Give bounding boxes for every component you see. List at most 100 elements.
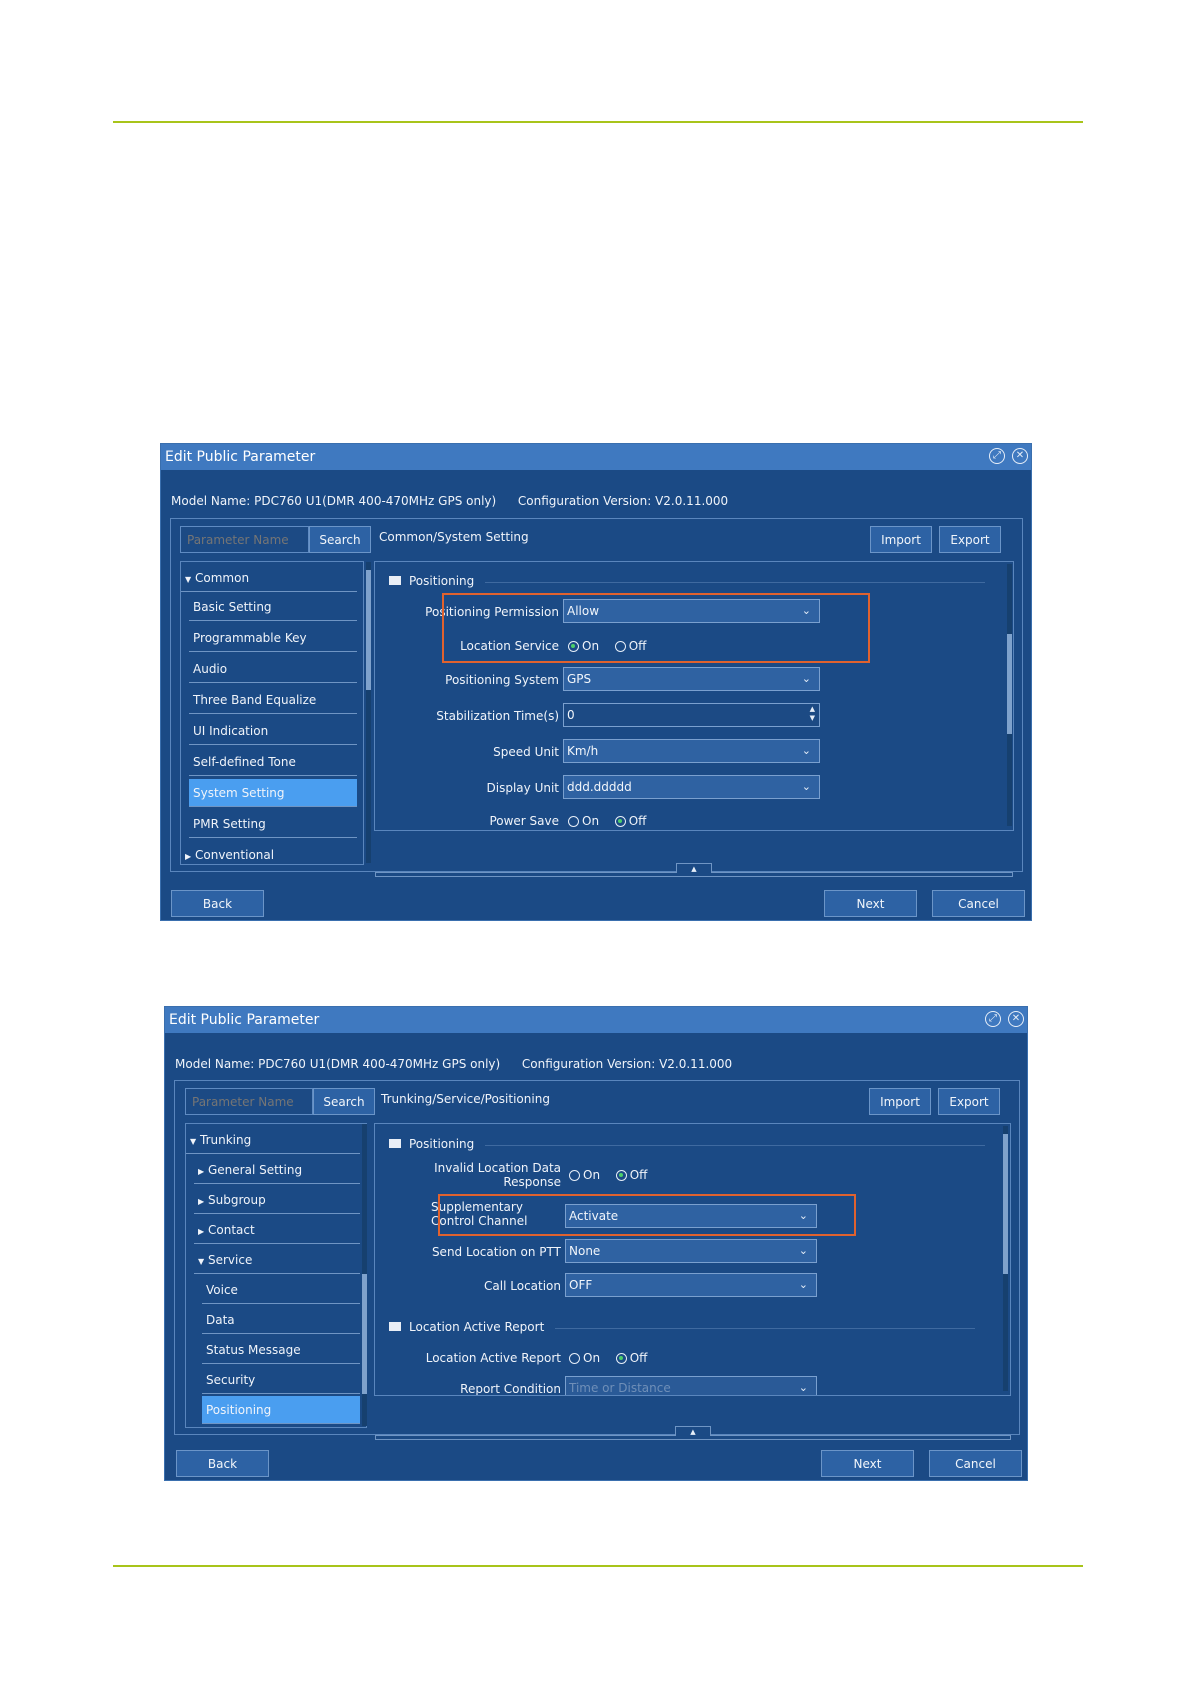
display-unit-select[interactable]: ddd.ddddd ⌄ <box>563 775 820 799</box>
nav-item-basic-setting[interactable]: Basic Setting <box>189 593 357 621</box>
label-display-unit: Display Unit <box>486 781 559 795</box>
nav-item-security[interactable]: Security <box>202 1366 360 1394</box>
highlight-box <box>442 593 870 663</box>
folder-icon <box>389 576 401 585</box>
cancel-button[interactable]: Cancel <box>929 1450 1022 1477</box>
nav-item-pmr-setting[interactable]: PMR Setting <box>189 810 357 838</box>
nav-item-three-band-equalize[interactable]: Three Band Equalize <box>189 686 357 714</box>
config-version-label: Configuration Version: <box>517 494 652 508</box>
positioning-system-select[interactable]: GPS ⌄ <box>563 667 820 691</box>
invalid-location-on-radio[interactable] <box>569 1170 580 1181</box>
section-divider <box>485 582 985 583</box>
power-save-radios: On Off <box>568 814 646 828</box>
close-icon[interactable]: ✕ <box>1008 1011 1024 1027</box>
config-version-label: Configuration Version: <box>521 1057 656 1071</box>
search-button[interactable]: Search <box>309 526 371 553</box>
restore-icon[interactable]: ⤢ <box>989 448 1005 464</box>
stabilization-time-input[interactable]: 0 ▲ ▼ <box>563 703 820 727</box>
content-scrollbar[interactable] <box>1003 1126 1008 1391</box>
nav-item-audio[interactable]: Audio <box>189 655 357 683</box>
folder-icon <box>389 1322 401 1331</box>
nav-item-subgroup[interactable]: ▶ Subgroup <box>194 1186 360 1214</box>
invalid-location-off-radio[interactable] <box>615 1170 627 1181</box>
back-button[interactable]: Back <box>176 1450 269 1477</box>
power-save-on-radio[interactable] <box>568 816 579 827</box>
nav-tree: ▼ Trunking ▶ General Setting ▶ Subgroup ▶ Co… <box>186 1124 360 1427</box>
model-name-label: Model Name: <box>171 494 251 508</box>
call-location-select[interactable]: OFF ⌄ <box>565 1273 817 1297</box>
power-save-off-radio[interactable] <box>614 816 626 827</box>
footer-rule <box>113 1565 1083 1567</box>
speed-unit-select[interactable]: Km/h ⌄ <box>563 739 820 763</box>
header-rule <box>113 121 1083 123</box>
nav-item-programmable-key[interactable]: Programmable Key <box>189 624 357 652</box>
nav-item-status-message[interactable]: Status Message <box>202 1336 360 1364</box>
nav-scrollbar[interactable] <box>366 562 371 863</box>
nav-item-conventional[interactable]: ▶ Conventional <box>181 841 357 864</box>
collapse-up-icon[interactable]: ▲ <box>675 1426 711 1436</box>
window-title-bar: Edit Public Parameter ⤢ ✕ <box>161 444 1031 470</box>
location-active-report-on-radio[interactable] <box>569 1353 580 1364</box>
model-name-label: Model Name: <box>175 1057 255 1071</box>
label-report-condition: Report Condition <box>460 1382 561 1395</box>
send-location-on-ptt-select[interactable]: None ⌄ <box>565 1239 817 1263</box>
label-send-location-on-ptt: Send Location on PTT <box>431 1245 561 1259</box>
nav-item-data[interactable]: Data <box>202 1306 360 1334</box>
nav-item-service[interactable]: ▼ Service <box>194 1246 360 1274</box>
label-invalid-location-data-response: Invalid Location Data Response <box>434 1161 561 1189</box>
nav-item-ui-indication[interactable]: UI Indication <box>189 717 357 745</box>
parameter-search-input[interactable] <box>185 1088 313 1115</box>
section-positioning: Positioning <box>389 574 474 588</box>
close-icon[interactable]: ✕ <box>1012 448 1028 464</box>
chevron-down-icon: ⌄ <box>801 780 811 793</box>
folder-icon <box>389 1139 401 1148</box>
location-active-report-radios: On Off <box>569 1351 647 1365</box>
export-button[interactable]: Export <box>939 526 1001 553</box>
nav-item-voice[interactable]: Voice <box>202 1276 360 1304</box>
next-button[interactable]: Next <box>821 1450 914 1477</box>
spinner-icon[interactable]: ▲ ▼ <box>810 705 815 723</box>
chevron-down-icon: ⌄ <box>798 1278 808 1291</box>
window-title: Edit Public Parameter <box>169 1012 320 1028</box>
chevron-down-icon: ⌄ <box>801 744 811 757</box>
back-button[interactable]: Back <box>171 890 264 917</box>
import-button[interactable]: Import <box>869 1088 931 1115</box>
next-button[interactable]: Next <box>824 890 917 917</box>
section-location-active-report: Location Active Report <box>389 1320 544 1334</box>
breadcrumb: Trunking/Service/Positioning <box>381 1092 550 1106</box>
nav-item-contact[interactable]: ▶ Contact <box>194 1216 360 1244</box>
nav-scrollbar-thumb[interactable] <box>362 1274 367 1394</box>
nav-scrollbar[interactable] <box>362 1124 367 1426</box>
location-active-report-off-radio[interactable] <box>615 1353 627 1364</box>
nav-item-self-defined-tone[interactable]: Self-defined Tone <box>189 748 357 776</box>
chevron-down-icon: ⌄ <box>801 672 811 685</box>
chevron-down-icon: ⌄ <box>798 1244 808 1257</box>
import-button[interactable]: Import <box>870 526 932 553</box>
window-title-bar: Edit Public Parameter ⤢ ✕ <box>165 1007 1027 1033</box>
content-scrollbar-thumb[interactable] <box>1003 1134 1008 1274</box>
label-call-location: Call Location <box>484 1279 561 1293</box>
highlight-box <box>438 1194 856 1236</box>
nav-item-trunking[interactable]: ▼ Trunking <box>186 1126 360 1154</box>
nav-item-positioning[interactable]: Positioning <box>202 1396 360 1424</box>
content-scrollbar-thumb[interactable] <box>1007 634 1012 734</box>
restore-icon[interactable]: ⤢ <box>985 1011 1001 1027</box>
label-speed-unit: Speed Unit <box>493 745 559 759</box>
label-positioning-system: Positioning System <box>445 673 559 687</box>
search-button[interactable]: Search <box>313 1088 375 1115</box>
parameter-search-input[interactable] <box>180 526 309 553</box>
content-scrollbar[interactable] <box>1007 564 1012 826</box>
invalid-location-data-response-radios: On Off <box>569 1168 647 1182</box>
export-button[interactable]: Export <box>938 1088 1000 1115</box>
cancel-button[interactable]: Cancel <box>932 890 1025 917</box>
section-divider <box>485 1145 985 1146</box>
content-area: Positioning Invalid Location Data Respon… <box>375 1124 1002 1395</box>
report-condition-select[interactable]: Time or Distance ⌄ <box>565 1376 817 1395</box>
nav-scrollbar-thumb[interactable] <box>366 570 371 690</box>
nav-item-system-setting[interactable]: System Setting <box>189 779 357 807</box>
nav-item-general-setting[interactable]: ▶ General Setting <box>194 1156 360 1184</box>
nav-item-common[interactable]: ▼ Common <box>181 564 357 592</box>
nav-tree: ▼ Common Basic Setting Programmable Key A… <box>181 562 357 864</box>
collapse-up-icon[interactable]: ▲ <box>676 863 712 873</box>
breadcrumb: Common/System Setting <box>379 530 529 544</box>
